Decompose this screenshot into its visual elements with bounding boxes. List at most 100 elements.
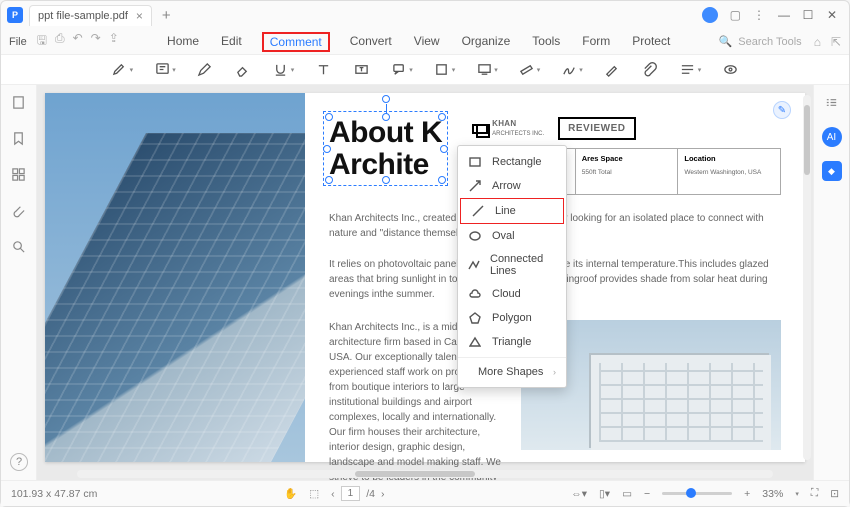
dd-connected[interactable]: Connected Lines xyxy=(458,248,566,282)
help-button[interactable]: ? xyxy=(10,453,28,471)
v-scroll-thumb[interactable] xyxy=(804,105,810,175)
menu-view[interactable]: View xyxy=(412,32,442,52)
undo-icon[interactable]: ↶ xyxy=(73,31,83,52)
prev-page-icon[interactable]: ‹ xyxy=(331,488,335,500)
zoom-in-icon[interactable]: + xyxy=(744,488,750,500)
file-menu[interactable]: File xyxy=(9,36,27,48)
stamp-tool[interactable]: ▾ xyxy=(475,61,498,79)
shapes-tool[interactable]: ▾ xyxy=(433,61,456,79)
dd-cloud[interactable]: Cloud xyxy=(458,282,566,306)
menu-convert[interactable]: Convert xyxy=(348,32,394,52)
close-window-button[interactable]: ✕ xyxy=(825,8,839,22)
dd-rectangle[interactable]: Rectangle xyxy=(458,150,566,174)
attachments-icon[interactable] xyxy=(11,203,26,221)
app-menu-icon[interactable]: ▢ xyxy=(730,8,741,22)
fit-page-icon[interactable]: ⊡ xyxy=(830,488,839,500)
menu-organize[interactable]: Organize xyxy=(460,32,513,52)
page-current-input[interactable]: 1 xyxy=(341,486,361,501)
single-page-icon[interactable]: ▯▾ xyxy=(599,488,610,500)
rectangle-icon xyxy=(468,155,482,169)
hero-image-left xyxy=(45,93,305,462)
save-icon[interactable]: 🖫 xyxy=(37,31,47,52)
select-tool-icon[interactable]: ⬚ xyxy=(309,488,319,500)
menu-comment[interactable]: Comment xyxy=(262,32,330,52)
read-mode-icon[interactable]: ▭ xyxy=(622,488,632,500)
kebab-icon[interactable]: ⋮ xyxy=(753,8,765,22)
document-tab[interactable]: ppt file-sample.pdf × xyxy=(29,5,152,26)
dd-arrow[interactable]: Arrow xyxy=(458,174,566,198)
selected-title-box[interactable]: About KArchite xyxy=(329,117,442,180)
handle-mr[interactable] xyxy=(440,145,448,153)
hide-comments-tool[interactable] xyxy=(721,61,739,79)
zoom-slider[interactable] xyxy=(662,492,732,495)
dd-oval[interactable]: Oval xyxy=(458,224,566,248)
menu-protect[interactable]: Protect xyxy=(630,32,672,52)
handle-ml[interactable] xyxy=(323,145,331,153)
attachment-tool[interactable] xyxy=(641,61,659,79)
new-tab-button[interactable]: + xyxy=(158,7,175,24)
share-icon[interactable]: ⇪ xyxy=(109,31,119,52)
brand-name: KHAN xyxy=(492,118,544,130)
tab-close-icon[interactable]: × xyxy=(136,9,143,23)
status-bar: 101.93 x 47.87 cm ✋ ⬚ ‹ 1 /4 › ⇔▾ ▯▾ ▭ −… xyxy=(1,480,849,506)
comment-list-tool[interactable]: ▾ xyxy=(679,61,702,79)
print-icon[interactable]: ⎙ xyxy=(55,31,65,52)
vertical-scrollbar[interactable] xyxy=(803,95,811,460)
bookmarks-icon[interactable] xyxy=(11,131,26,149)
rotation-handle[interactable] xyxy=(382,95,390,103)
brand-logo: KHAN ARCHITECTS INC. xyxy=(472,118,544,139)
textbox-tool[interactable] xyxy=(352,61,370,79)
floating-badge-icon[interactable]: ✎ xyxy=(773,101,791,119)
handle-tl[interactable] xyxy=(325,113,333,121)
handle-bl[interactable] xyxy=(325,176,333,184)
fit-width-icon[interactable]: ⇔▾ xyxy=(571,488,587,500)
th-loc: Location xyxy=(684,153,774,164)
signature-tool[interactable]: ▾ xyxy=(560,61,583,79)
handle-tm[interactable] xyxy=(382,113,390,121)
next-page-icon[interactable]: › xyxy=(381,488,385,500)
dd-triangle[interactable]: Triangle xyxy=(458,330,566,354)
pen-tool[interactable] xyxy=(603,61,621,79)
search-panel-icon[interactable] xyxy=(11,239,26,257)
dd-more-shapes[interactable]: More Shapes › xyxy=(458,361,566,383)
thumbnails-icon[interactable] xyxy=(11,95,26,113)
app-icon: P xyxy=(7,7,23,23)
properties-icon[interactable] xyxy=(824,95,839,113)
menu-edit[interactable]: Edit xyxy=(219,32,244,52)
horizontal-scrollbar[interactable] xyxy=(77,470,773,478)
layers-icon[interactable] xyxy=(11,167,26,185)
highlighter-tool[interactable]: ▾ xyxy=(111,61,134,79)
zoom-out-icon[interactable]: − xyxy=(644,488,650,500)
redo-icon[interactable]: ↷ xyxy=(91,31,101,52)
measure-tool[interactable]: ▾ xyxy=(518,61,541,79)
menu-tools[interactable]: Tools xyxy=(530,32,562,52)
pencil-tool[interactable] xyxy=(196,61,214,79)
maximize-button[interactable]: ☐ xyxy=(801,8,815,22)
eraser-tool[interactable] xyxy=(234,61,252,79)
underline-tool[interactable]: ▾ xyxy=(272,61,295,79)
search-icon: 🔍 xyxy=(719,35,733,48)
dd-polygon[interactable]: Polygon xyxy=(458,306,566,330)
tab-title: ppt file-sample.pdf xyxy=(38,10,128,22)
handle-bm[interactable] xyxy=(382,176,390,184)
right-sidebar: AI ◆ xyxy=(813,85,849,480)
text-tool[interactable] xyxy=(314,61,332,79)
minimize-button[interactable]: — xyxy=(777,8,791,22)
dd-line[interactable]: Line xyxy=(460,198,564,224)
copilot-icon[interactable]: ◆ xyxy=(822,161,842,181)
h-scroll-thumb[interactable] xyxy=(355,471,475,477)
zoom-knob[interactable] xyxy=(686,488,696,498)
fullscreen-icon[interactable]: ⛶ xyxy=(811,487,818,500)
search-tools[interactable]: 🔍 Search Tools xyxy=(719,35,802,48)
export-icon[interactable]: ⇱ xyxy=(831,35,841,49)
menu-home[interactable]: Home xyxy=(165,32,201,52)
callout-tool[interactable]: ▾ xyxy=(390,61,413,79)
note-tool[interactable]: ▾ xyxy=(153,61,176,79)
menu-form[interactable]: Form xyxy=(580,32,612,52)
cloud-icon xyxy=(468,287,482,301)
ai-sidebar-icon[interactable]: AI xyxy=(822,127,842,147)
canvas[interactable]: ✎ About KArc xyxy=(37,85,813,480)
cloud-icon[interactable]: ⌂ xyxy=(814,35,821,49)
user-avatar-icon[interactable] xyxy=(702,7,718,23)
hand-tool-icon[interactable]: ✋ xyxy=(284,487,297,500)
